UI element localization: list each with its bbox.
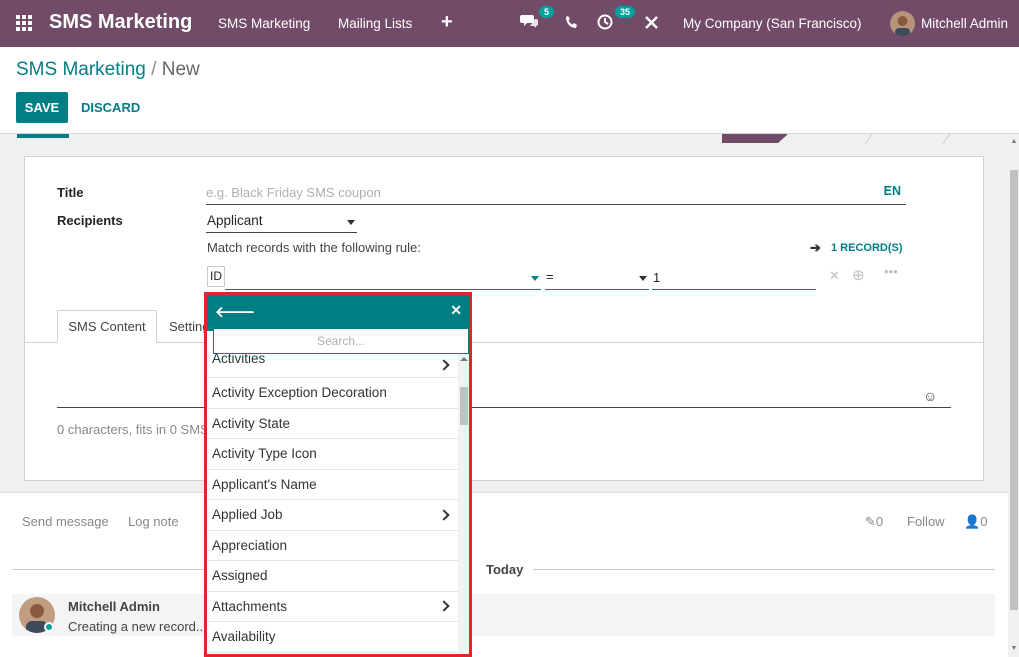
top-navbar: SMS Marketing SMS Marketing Mailing List… <box>0 0 1019 47</box>
followers-button[interactable]: 👤0 <box>964 514 987 530</box>
rule-value: 1 <box>653 270 661 285</box>
app-title[interactable]: SMS Marketing <box>49 11 192 34</box>
send-message-button[interactable]: Send message <box>22 514 109 529</box>
language-button[interactable]: EN <box>884 184 901 198</box>
add-menu-icon[interactable]: + <box>441 11 453 34</box>
rule-value-input[interactable] <box>652 268 816 290</box>
chevron-right-icon[interactable] <box>438 600 450 612</box>
emoji-icon[interactable]: ☺ <box>923 388 937 404</box>
rule-operator-select[interactable]: = <box>545 268 649 290</box>
close-icon[interactable]: ✕ <box>450 302 462 319</box>
field-item-label: Appreciation <box>212 537 288 553</box>
close-tools-icon[interactable] <box>645 16 667 38</box>
activities-badge: 35 <box>614 6 635 18</box>
messaging-icon[interactable]: 5 <box>520 6 554 34</box>
more-options-icon[interactable]: ••• <box>884 264 898 279</box>
field-item-label: Applied Job <box>212 507 283 522</box>
followers-count: 0 <box>980 514 988 529</box>
rule-field-path[interactable]: ID <box>207 266 225 287</box>
statusbar-active-stage[interactable] <box>722 134 788 143</box>
follow-button[interactable]: Follow <box>907 514 945 529</box>
field-selector-header: 🡐 ✕ <box>207 295 469 331</box>
field-item-label: Activities <box>212 351 266 366</box>
field-item-label: Availability <box>212 629 276 644</box>
field-selector-popover: 🡐 ✕ Search... Activities Activity Except… <box>204 292 472 657</box>
sms-character-count: 0 characters, fits in 0 SMS <box>57 422 209 437</box>
message-author[interactable]: Mitchell Admin <box>68 599 160 614</box>
recipients-label: Recipients <box>57 213 123 228</box>
message-body: Creating a new record... <box>68 619 207 634</box>
breadcrumb-parent[interactable]: SMS Marketing <box>16 59 146 80</box>
field-item-label: Assigned <box>212 568 268 583</box>
chevron-right-icon[interactable] <box>438 358 450 371</box>
field-item-label: Attachments <box>212 598 288 614</box>
activity-clock-icon[interactable]: 35 <box>597 6 635 36</box>
menu-mailing-lists[interactable]: Mailing Lists <box>338 16 412 31</box>
field-item-activity-exception-decoration[interactable]: Activity Exception Decoration <box>207 378 458 409</box>
field-item-label: Activity Exception Decoration <box>212 385 387 400</box>
rule-operator-value: = <box>546 269 554 284</box>
menu-sms-marketing[interactable]: SMS Marketing <box>218 16 310 31</box>
phone-icon[interactable] <box>565 15 587 37</box>
add-rule-icon[interactable]: ⊕ <box>852 266 865 284</box>
tabs-divider <box>24 342 984 343</box>
field-item-label: Activity State <box>212 415 291 431</box>
company-switcher[interactable]: My Company (San Francisco) <box>683 16 862 31</box>
breadcrumb: SMS Marketing / New <box>16 59 200 81</box>
sms-body-input[interactable] <box>57 407 951 408</box>
chatter-divider <box>0 492 1008 493</box>
page-scrollbar-thumb[interactable] <box>1010 170 1018 610</box>
scroll-down-icon[interactable]: ▼ <box>1010 645 1018 652</box>
scroll-up-icon[interactable] <box>460 357 468 361</box>
rule-field-select[interactable] <box>225 268 541 290</box>
user-icon: 👤 <box>964 514 981 529</box>
delete-rule-icon[interactable]: ✕ <box>829 268 840 284</box>
field-item-activities[interactable]: Activities <box>207 352 458 378</box>
field-list: Activities Activity Exception Decoration… <box>207 352 458 653</box>
attachments-count: 0 <box>875 514 884 529</box>
recipients-select[interactable]: Applicant <box>206 212 357 233</box>
chevron-down-icon <box>531 276 539 281</box>
discard-button[interactable]: DISCARD <box>81 100 140 115</box>
breadcrumb-current: New <box>161 59 200 80</box>
field-item-attachments[interactable]: Attachments <box>207 592 458 622</box>
tab-sms-content[interactable]: SMS Content <box>57 310 157 343</box>
field-item-applicants-name[interactable]: Applicant's Name <box>207 470 458 500</box>
user-avatar[interactable] <box>890 11 915 36</box>
online-status-icon <box>44 622 54 632</box>
paperclip-icon: ✎ <box>865 514 876 529</box>
title-label: Title <box>57 185 84 200</box>
recipients-value: Applicant <box>207 213 263 228</box>
field-item-assigned[interactable]: Assigned <box>207 561 458 592</box>
log-note-button[interactable]: Log note <box>128 514 179 529</box>
field-item-activity-state[interactable]: Activity State <box>207 409 458 439</box>
field-item-activity-type-icon[interactable]: Activity Type Icon <box>207 439 458 470</box>
title-input[interactable]: e.g. Black Friday SMS coupon EN <box>206 184 906 205</box>
field-item-availability[interactable]: Availability <box>207 622 458 653</box>
field-item-applied-job[interactable]: Applied Job <box>207 500 458 531</box>
field-item-label: Activity Type Icon <box>212 446 317 461</box>
records-count-link[interactable]: 1 RECORD(S) <box>831 242 903 254</box>
statusbar-accent <box>17 134 69 138</box>
field-item-label: Applicant's Name <box>212 476 317 492</box>
date-separator-line <box>533 569 995 570</box>
date-separator-label: Today <box>486 562 524 577</box>
field-item-appreciation[interactable]: Appreciation <box>207 531 458 561</box>
scroll-up-icon[interactable]: ▲ <box>1010 138 1018 145</box>
user-menu[interactable]: Mitchell Admin <box>921 16 1008 31</box>
chevron-down-icon <box>347 220 355 225</box>
arrow-right-icon[interactable]: ➔ <box>810 240 821 256</box>
title-placeholder: e.g. Black Friday SMS coupon <box>206 185 381 200</box>
apps-menu-icon[interactable] <box>16 15 33 32</box>
attachments-button[interactable]: ✎0 <box>865 514 883 530</box>
chevron-right-icon[interactable] <box>438 509 450 521</box>
chevron-down-icon <box>639 276 647 281</box>
save-button[interactable]: SAVE <box>16 92 68 123</box>
domain-rule-text: Match records with the following rule: <box>207 240 421 255</box>
arrow-left-icon[interactable]: 🡐 <box>215 302 255 321</box>
field-list-scrollbar-thumb[interactable] <box>460 387 468 425</box>
messages-badge: 5 <box>538 6 554 18</box>
breadcrumb-separator: / <box>151 59 157 80</box>
